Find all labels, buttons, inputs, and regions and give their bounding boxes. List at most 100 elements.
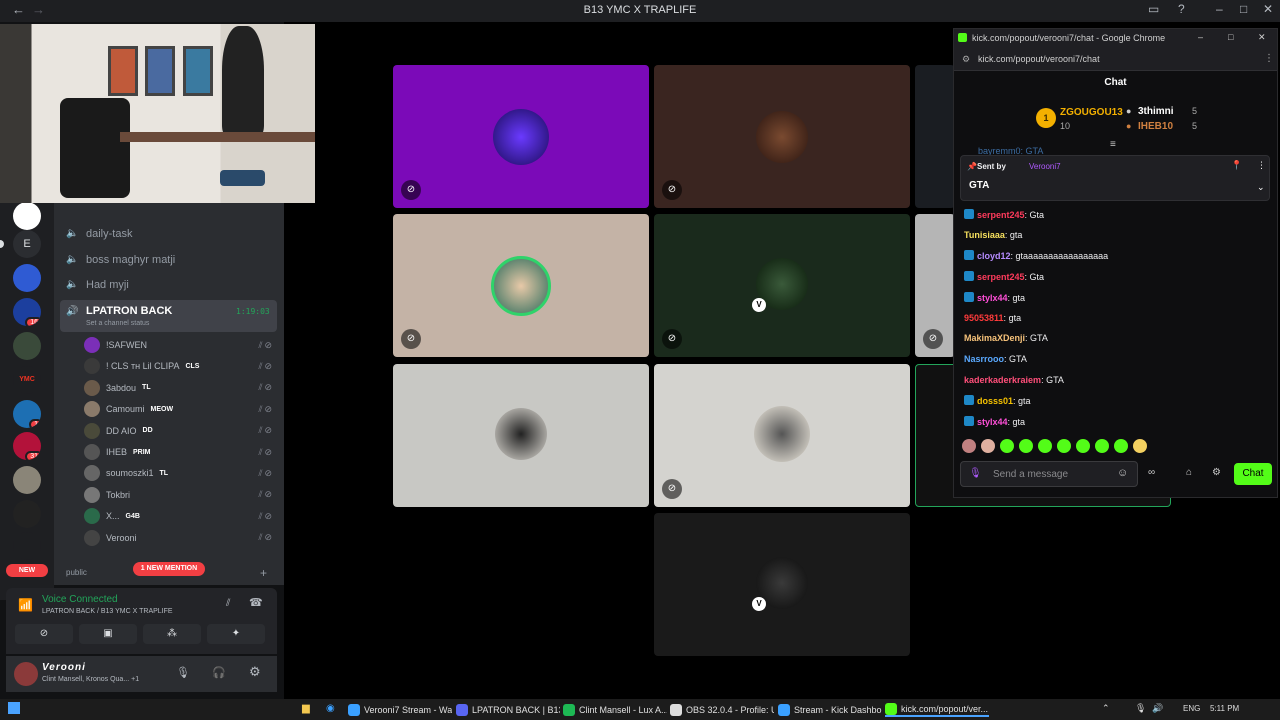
emote[interactable] [1057,439,1071,453]
emote[interactable] [1114,439,1128,453]
participant-tile[interactable]: ⊘ [393,65,649,208]
url-bar[interactable]: ⚙ kick.com/popout/verooni7/chat ⋮ [954,49,1277,71]
emote[interactable] [1133,439,1147,453]
start-icon[interactable] [8,702,20,714]
chat-message[interactable]: stylx44: gta [964,416,1025,427]
language-indicator[interactable]: ENG [1183,704,1200,713]
participant-tile[interactable] [915,65,955,208]
more-icon[interactable]: ⋮ [1257,160,1266,171]
chat-username[interactable]: cloyd12 [977,251,1011,261]
taskbar-app[interactable]: OBS 32.0.4 - Profile: U... [670,702,774,717]
microphone-icon[interactable]: 🎙 [969,468,982,479]
participant-tile[interactable]: ⊘ [393,214,649,357]
server-icon-blue[interactable]: 16 [13,298,41,326]
chat-message[interactable]: MakimaXDenji: GTA [964,333,1048,343]
participant-tile[interactable]: V [654,513,910,656]
chat-message[interactable]: kaderkaderkraiem: GTA [964,375,1064,385]
chat-username[interactable]: kaderkaderkraiem [964,375,1041,385]
chat-message[interactable]: dosss01: gta [964,395,1031,406]
edge-icon[interactable]: ◉ [326,703,335,714]
taskbar-app[interactable]: Clint Mansell - Lux A... [563,702,667,717]
server-icon-red[interactable]: 31 [13,432,41,460]
participant-tile[interactable]: ⊘ [915,214,955,357]
emote[interactable] [1019,439,1033,453]
emote[interactable] [1038,439,1052,453]
soundboard-button[interactable]: ✦ [207,624,265,644]
participant-tile[interactable]: ⊘ [654,364,910,507]
server-icon-lp[interactable]: 1 [13,400,41,428]
points-icon[interactable]: ∞ [1148,467,1155,478]
chat-username[interactable]: stylx44 [977,293,1008,303]
settings-gear-icon[interactable]: ⚙ [1212,467,1221,478]
avatar[interactable] [84,486,100,503]
file-explorer-icon[interactable]: ▆ [302,703,310,714]
new-mention-pill[interactable]: 1 NEW MENTION [133,562,205,576]
activities-button[interactable]: ⁂ [143,624,201,644]
voice-member[interactable]: 3abdou TL ⫽⊘ [84,379,274,397]
minimize-icon[interactable]: – [1198,32,1203,42]
server-icon-playboy[interactable] [13,532,41,560]
avatar[interactable] [84,508,100,525]
chat-message[interactable]: serpent245: Gta [964,271,1044,282]
voice-member[interactable]: ! CLS ᴛʜ Lil CLIPA CLS ⫽⊘ [84,357,274,375]
participant-tile[interactable]: V ⊘ [654,214,910,357]
tray-chevron-icon[interactable]: ⌃ [1102,703,1110,714]
emote[interactable] [1095,439,1109,453]
add-channel-icon[interactable]: + [260,566,267,580]
voice-member[interactable]: Verooni ⫽⊘ [84,529,274,547]
mic-tray-icon[interactable]: 🎙 [1135,703,1146,714]
category-public[interactable]: public [66,568,87,577]
camera-off-button[interactable]: ⊘ [15,624,73,644]
chat-message[interactable]: cloyd12: gtaaaaaaaaaaaaaaaaa [964,250,1108,261]
taskbar-app[interactable]: LPATRON BACK | B13 ... [456,702,560,717]
voice-member[interactable]: Tokbri ⫽⊘ [84,486,274,504]
avatar[interactable] [14,662,38,686]
site-info-icon[interactable]: ⚙ [962,54,970,65]
close-icon[interactable]: ✕ [1263,2,1273,16]
chat-message[interactable]: serpent245: Gta [964,209,1044,220]
leader-name[interactable]: 3thimni [1138,106,1174,117]
store-icon[interactable]: ⌂ [1186,467,1192,478]
server-icon[interactable] [13,202,41,230]
avatar[interactable] [84,529,100,546]
chat-username[interactable]: MakimaXDenji [964,333,1025,343]
avatar[interactable] [84,379,100,396]
channel-status-hint[interactable]: Set a channel status [86,320,149,327]
url-text[interactable]: kick.com/popout/verooni7/chat [978,54,1100,64]
active-voice-channel[interactable]: 🔊 LPATRON BACK 1:19:03 Set a channel sta… [60,300,277,332]
close-icon[interactable]: ✕ [1258,32,1266,43]
send-chat-button[interactable]: Chat [1234,463,1272,485]
leader-name[interactable]: ZGOUGOU13 [1060,107,1123,118]
taskbar-app[interactable]: Verooni7 Stream - Wa... [348,702,452,717]
voice-member[interactable]: IHEB PRIM ⫽⊘ [84,443,274,461]
voice-channel-daily-task[interactable]: 🔈 daily-task [66,228,132,240]
avatar[interactable] [84,401,100,418]
clock[interactable]: 5:11 PM [1210,704,1239,713]
avatar[interactable] [84,337,100,353]
chat-message[interactable]: 95053811: gta [964,313,1021,323]
emote[interactable] [1076,439,1090,453]
new-unreads-pill[interactable]: NEW [6,564,48,577]
voice-member[interactable]: X... G4B ⫽⊘ [84,507,274,525]
chevron-down-icon[interactable]: ⌄ [1257,182,1265,193]
avatar[interactable] [84,444,100,460]
server-icon-gem[interactable] [13,264,41,292]
unpin-icon[interactable]: 📍 [1231,160,1242,171]
chat-message[interactable]: Tunisiaaa: gta [964,230,1022,240]
disconnect-icon[interactable]: ☎ [249,596,263,609]
voice-member[interactable]: Camoumi MEOW ⫽⊘ [84,400,274,418]
username[interactable]: Verooni [42,662,86,673]
chat-username[interactable]: dosss01 [977,396,1013,406]
volume-icon[interactable]: 🔊 [1152,703,1163,714]
maximize-icon[interactable]: □ [1240,2,1247,16]
collapse-icon[interactable]: ≡ [1110,139,1116,150]
headphones-icon[interactable]: 🎧 [212,666,226,679]
screen-share-button[interactable]: ▣ [79,624,137,644]
help-icon[interactable]: ? [1178,2,1185,16]
taskbar-app[interactable]: kick.com/popout/ver... [885,702,989,717]
chat-message[interactable]: stylx44: gta [964,291,1025,303]
chat-message[interactable]: Nasrrooo: GTA [964,354,1027,364]
chat-username[interactable]: Nasrrooo [964,354,1004,364]
avatar[interactable] [84,465,100,482]
server-icon-dark[interactable] [13,500,41,528]
